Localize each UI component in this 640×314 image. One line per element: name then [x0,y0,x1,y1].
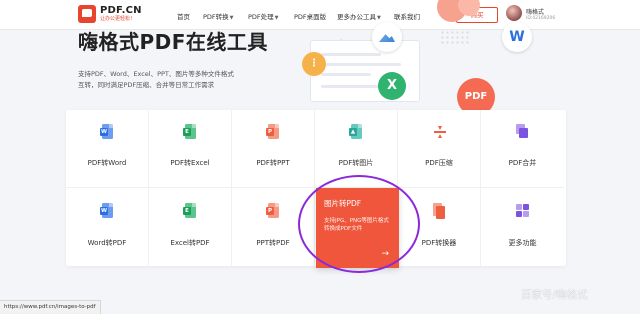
merge-icon [515,124,529,140]
chevron-down-icon: ▼ [274,15,279,21]
excel-doc-icon: E [183,203,197,219]
compress-icon [432,124,446,140]
hero-illustration: ⋮ X W PDF [290,0,550,116]
site-logo[interactable]: PDF.CN 让办公更轻松！ [78,5,142,23]
tool-label: Word转PDF [87,239,127,247]
grid-icon [515,203,529,219]
highlight-circle-annotation [298,175,420,273]
tool-label: 更多功能 [508,239,537,247]
ppt-doc-icon: P [266,124,280,140]
logo-mark-icon [78,5,96,23]
nav-pdf-process[interactable]: PDF处理▼ [248,11,279,21]
excel-doc-icon: E [183,124,197,140]
tool-pdf-to-excel[interactable]: E PDF转Excel [149,110,232,188]
tool-pdf-to-word[interactable]: W PDF转Word [66,110,149,188]
tool-word-to-pdf[interactable]: W Word转PDF [66,188,149,266]
nav-pdf-convert[interactable]: PDF转换▼ [203,11,234,21]
tool-pdf-compress[interactable]: PDF压缩 [398,110,481,188]
tool-label: PDF合并 [508,159,537,167]
watermark: 百家号/嗨格式 [521,289,588,301]
logo-tagline: 让办公更轻松！ [100,16,136,22]
tool-label: PDF压缩 [425,159,453,167]
tool-label: PDF转Word [87,159,127,167]
word-doc-icon: W [100,203,114,219]
image-file-icon [372,22,402,52]
converter-icon [432,203,446,219]
status-bar-url: https://www.pdf.cn/images-to-pdf [0,300,101,314]
tool-pdf-to-ppt[interactable]: P PDF转PPT [232,110,315,188]
hero-description-line: 互转，同时满足PDF压缩、合并等日常工作需求 [78,81,215,89]
tool-excel-to-pdf[interactable]: E Excel转PDF [149,188,232,266]
tool-pdf-merge[interactable]: PDF合并 [481,110,564,188]
tool-more-features[interactable]: 更多功能 [481,188,564,266]
word-doc-icon: W [100,124,114,140]
tool-label: PDF转PPT [256,159,290,167]
dots-pattern [440,30,470,44]
zip-file-icon: ⋮ [302,52,326,76]
ppt-doc-icon: P [266,203,280,219]
decorative-circle [458,0,480,16]
chevron-down-icon: ▼ [229,15,234,21]
page-title: 嗨格式PDF在线工具 [78,30,268,54]
nav-home[interactable]: 首页 [177,11,190,21]
hero-description-line: 支持PDF、Word、Excel、PPT、图片等多种文件格式 [78,70,234,78]
excel-icon: X [378,72,406,100]
word-icon: W [502,22,532,52]
tool-label: PDF转图片 [338,159,374,167]
hero-description: 支持PDF、Word、Excel、PPT、图片等多种文件格式 互转，同时满足PD… [78,69,278,91]
tool-label: Excel转PDF [170,239,210,247]
image-doc-icon: ▲ [349,124,363,140]
tool-label: PDF转Excel [170,159,210,167]
logo-name: PDF.CN [100,5,142,16]
